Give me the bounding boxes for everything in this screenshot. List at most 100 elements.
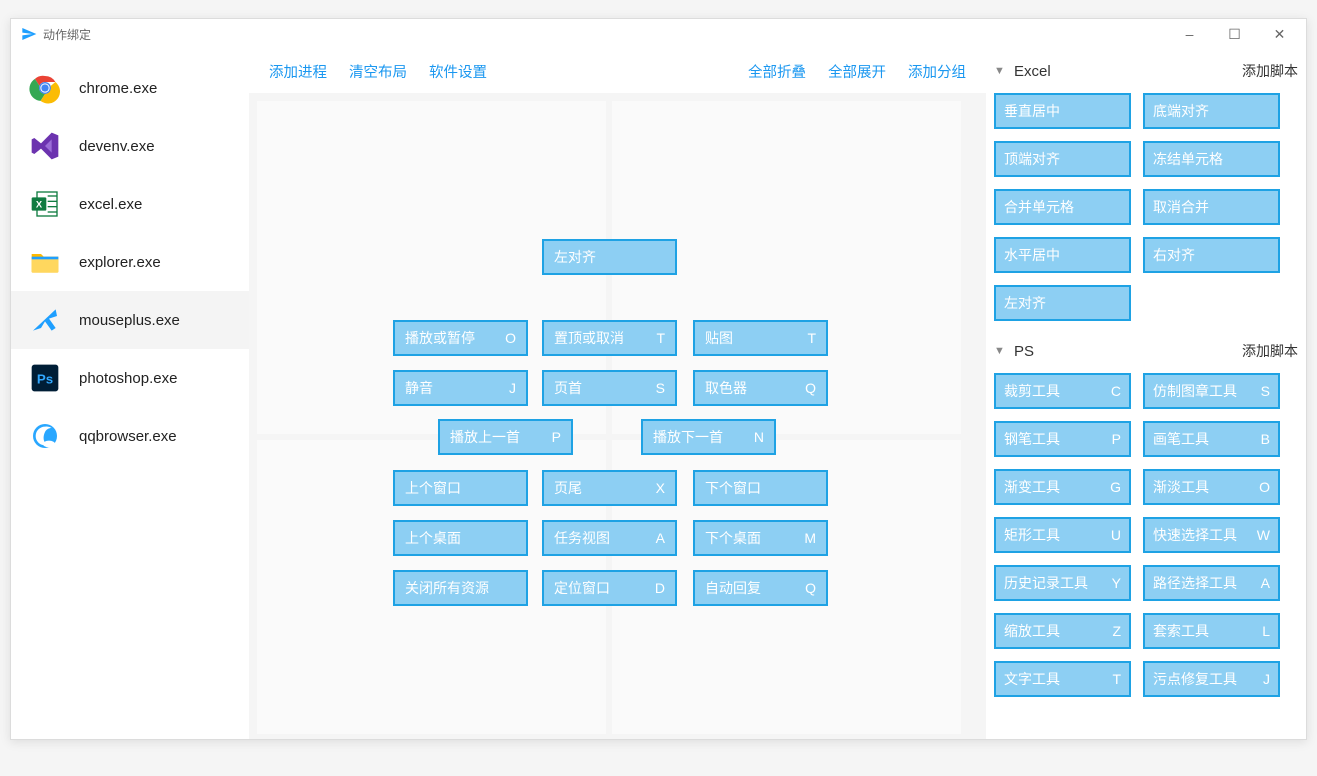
process-label: mouseplus.exe xyxy=(79,312,180,329)
script-chip[interactable]: 合并单元格 xyxy=(994,189,1131,225)
script-hotkey: A xyxy=(1261,575,1270,591)
action-label: 播放下一首 xyxy=(653,427,748,447)
process-item[interactable]: mouseplus.exe xyxy=(11,291,249,349)
process-icon: Ps xyxy=(29,362,61,394)
process-item[interactable]: devenv.exe xyxy=(11,117,249,175)
script-label: 快速选择工具 xyxy=(1153,525,1253,545)
process-item[interactable]: chrome.exe xyxy=(11,59,249,117)
script-label: 套索工具 xyxy=(1153,621,1258,641)
action-tile[interactable]: 定位窗口D xyxy=(542,570,677,606)
group-name: Excel xyxy=(1014,63,1242,80)
action-tile[interactable]: 任务视图A xyxy=(542,520,677,556)
script-hotkey: S xyxy=(1261,383,1270,399)
script-chip[interactable]: 钢笔工具P xyxy=(994,421,1131,457)
script-chip[interactable]: 垂直居中 xyxy=(994,93,1131,129)
script-hotkey: T xyxy=(1112,671,1121,687)
script-chip[interactable]: 路径选择工具A xyxy=(1143,565,1280,601)
add-script-button[interactable]: 添加脚本 xyxy=(1242,61,1298,81)
script-label: 画笔工具 xyxy=(1153,429,1257,449)
action-tile[interactable]: 上个窗口 xyxy=(393,470,528,506)
process-item[interactable]: qqbrowser.exe xyxy=(11,407,249,465)
script-chip[interactable]: 文字工具T xyxy=(994,661,1131,697)
action-tile[interactable]: 贴图T xyxy=(693,320,828,356)
action-label: 页首 xyxy=(554,378,650,398)
action-tile[interactable]: 播放上一首P xyxy=(438,419,573,455)
action-tile[interactable]: 上个桌面 xyxy=(393,520,528,556)
script-chip[interactable]: 渐变工具G xyxy=(994,469,1131,505)
process-item[interactable]: Xexcel.exe xyxy=(11,175,249,233)
action-label: 关闭所有资源 xyxy=(405,578,516,598)
action-label: 页尾 xyxy=(554,478,650,498)
action-label: 左对齐 xyxy=(554,247,665,267)
collapse-all-button[interactable]: 全部折叠 xyxy=(748,61,806,82)
script-chip[interactable]: 缩放工具Z xyxy=(994,613,1131,649)
action-label: 置顶或取消 xyxy=(554,328,650,348)
script-chip[interactable]: 历史记录工具Y xyxy=(994,565,1131,601)
process-label: devenv.exe xyxy=(79,138,155,155)
script-chip[interactable]: 仿制图章工具S xyxy=(1143,373,1280,409)
action-hotkey: O xyxy=(505,330,516,346)
script-label: 垂直居中 xyxy=(1004,101,1121,121)
add-script-button[interactable]: 添加脚本 xyxy=(1242,341,1298,361)
script-chip[interactable]: 取消合并 xyxy=(1143,189,1280,225)
script-label: 冻结单元格 xyxy=(1153,149,1270,169)
process-sidebar: chrome.exe devenv.exe Xexcel.exeexplorer.e… xyxy=(11,49,249,739)
script-chip[interactable]: 渐淡工具O xyxy=(1143,469,1280,505)
process-item[interactable]: Psphotoshop.exe xyxy=(11,349,249,407)
script-label: 仿制图章工具 xyxy=(1153,381,1257,401)
toolbar: 添加进程 清空布局 软件设置 全部折叠 全部展开 添加分组 xyxy=(249,49,986,93)
action-tile[interactable]: 下个窗口 xyxy=(693,470,828,506)
action-tile[interactable]: 播放或暂停O xyxy=(393,320,528,356)
action-tile[interactable]: 页尾X xyxy=(542,470,677,506)
script-label: 缩放工具 xyxy=(1004,621,1108,641)
action-tile[interactable]: 自动回复 Q xyxy=(693,570,828,606)
process-item[interactable]: explorer.exe xyxy=(11,233,249,291)
script-group-header[interactable]: ▼PS添加脚本 xyxy=(994,335,1302,367)
action-label: 上个桌面 xyxy=(405,528,516,548)
script-chip[interactable]: 矩形工具U xyxy=(994,517,1131,553)
script-chip[interactable]: 污点修复工具J xyxy=(1143,661,1280,697)
clear-layout-button[interactable]: 清空布局 xyxy=(349,61,407,82)
script-panel: ▼Excel添加脚本垂直居中 底端对齐顶端对齐 冻结单元格合并单元格 取消合并水平居中… xyxy=(986,49,1306,739)
add-process-button[interactable]: 添加进程 xyxy=(269,61,327,82)
script-chip[interactable]: 画笔工具B xyxy=(1143,421,1280,457)
action-tile[interactable]: 取色器Q xyxy=(693,370,828,406)
gesture-canvas[interactable]: 左对齐播放或暂停O 置顶或取消T 贴图T 静音J 页首S 取色器Q 播放上一首P 播放下一首N… xyxy=(249,93,986,739)
action-tile[interactable]: 静音J xyxy=(393,370,528,406)
expand-all-button[interactable]: 全部展开 xyxy=(828,61,886,82)
close-button[interactable]: ✕ xyxy=(1257,19,1302,49)
script-chip[interactable]: 冻结单元格 xyxy=(1143,141,1280,177)
maximize-button[interactable]: ☐ xyxy=(1212,19,1257,49)
action-tile[interactable]: 左对齐 xyxy=(542,239,677,275)
add-group-button[interactable]: 添加分组 xyxy=(908,61,966,82)
script-chip[interactable]: 右对齐 xyxy=(1143,237,1280,273)
script-chip[interactable]: 水平居中 xyxy=(994,237,1131,273)
process-label: excel.exe xyxy=(79,196,142,213)
script-label: 水平居中 xyxy=(1004,245,1121,265)
settings-button[interactable]: 软件设置 xyxy=(429,61,487,82)
action-tile[interactable]: 置顶或取消T xyxy=(542,320,677,356)
script-hotkey: Z xyxy=(1112,623,1121,639)
script-label: 顶端对齐 xyxy=(1004,149,1121,169)
script-chip[interactable]: 顶端对齐 xyxy=(994,141,1131,177)
action-tile[interactable]: 下个桌面M xyxy=(693,520,828,556)
script-chip[interactable]: 底端对齐 xyxy=(1143,93,1280,129)
action-tile[interactable]: 播放下一首N xyxy=(641,419,776,455)
action-tile[interactable]: 页首S xyxy=(542,370,677,406)
script-chip[interactable]: 左对齐 xyxy=(994,285,1131,321)
action-label: 下个窗口 xyxy=(705,478,816,498)
script-hotkey: C xyxy=(1111,383,1121,399)
action-tile[interactable]: 关闭所有资源 xyxy=(393,570,528,606)
script-group-header[interactable]: ▼Excel添加脚本 xyxy=(994,55,1302,87)
script-chip[interactable]: 快速选择工具W xyxy=(1143,517,1280,553)
svg-text:Ps: Ps xyxy=(37,371,53,386)
action-label: 自动回复 xyxy=(705,578,799,598)
minimize-button[interactable]: – xyxy=(1167,19,1212,49)
script-label: 钢笔工具 xyxy=(1004,429,1108,449)
script-label: 取消合并 xyxy=(1153,197,1270,217)
titlebar: 动作绑定 – ☐ ✕ xyxy=(11,19,1306,49)
action-hotkey: Q xyxy=(805,580,816,596)
script-chip[interactable]: 套索工具L xyxy=(1143,613,1280,649)
script-chip[interactable]: 裁剪工具C xyxy=(994,373,1131,409)
script-label: 渐变工具 xyxy=(1004,477,1106,497)
